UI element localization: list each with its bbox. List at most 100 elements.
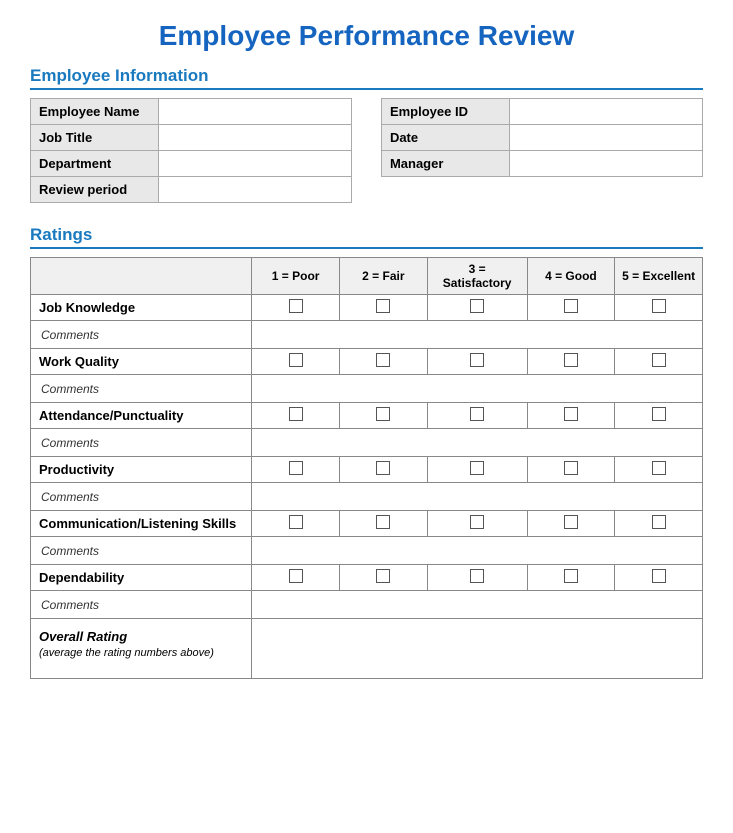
checkbox-icon[interactable] [376, 353, 390, 367]
dependability-2[interactable] [340, 565, 428, 591]
employee-info-section: Employee Information Employee Name Emplo… [30, 66, 703, 203]
checkbox-icon[interactable] [564, 515, 578, 529]
checkbox-icon[interactable] [289, 461, 303, 475]
checkbox-icon[interactable] [289, 407, 303, 421]
dependability-label: Dependability [31, 565, 252, 591]
productivity-3[interactable] [427, 457, 527, 483]
communication-2[interactable] [340, 511, 428, 537]
job-title-value[interactable] [159, 125, 352, 151]
checkbox-icon[interactable] [289, 299, 303, 313]
productivity-1[interactable] [252, 457, 340, 483]
ratings-header-row: 1 = Poor 2 = Fair 3 =Satisfactory 4 = Go… [31, 258, 703, 295]
checkbox-icon[interactable] [376, 407, 390, 421]
checkbox-icon[interactable] [470, 407, 484, 421]
checkbox-icon[interactable] [289, 353, 303, 367]
attendance-label: Attendance/Punctuality [31, 403, 252, 429]
checkbox-icon[interactable] [376, 515, 390, 529]
row-attendance-comments: Comments [31, 429, 703, 457]
checkbox-icon[interactable] [376, 461, 390, 475]
review-period-value[interactable] [159, 177, 352, 203]
dependability-3[interactable] [427, 565, 527, 591]
info-row-3: Department Manager [31, 151, 703, 177]
checkbox-icon[interactable] [652, 569, 666, 583]
employee-name-value[interactable] [159, 99, 352, 125]
job-knowledge-label: Job Knowledge [31, 295, 252, 321]
job-knowledge-1[interactable] [252, 295, 340, 321]
dependability-comments-value[interactable] [252, 591, 703, 619]
job-knowledge-comments-value[interactable] [252, 321, 703, 349]
job-knowledge-5[interactable] [615, 295, 703, 321]
checkbox-icon[interactable] [470, 299, 484, 313]
checkbox-icon[interactable] [652, 461, 666, 475]
work-quality-comments-value[interactable] [252, 375, 703, 403]
job-title-label: Job Title [31, 125, 159, 151]
attendance-2[interactable] [340, 403, 428, 429]
page-title: Employee Performance Review [30, 20, 703, 52]
productivity-5[interactable] [615, 457, 703, 483]
checkbox-icon[interactable] [289, 569, 303, 583]
review-period-label: Review period [31, 177, 159, 203]
overall-rating-label: Overall Rating (average the rating numbe… [31, 619, 252, 679]
work-quality-1[interactable] [252, 349, 340, 375]
dependability-comments-label: Comments [31, 591, 252, 619]
communication-1[interactable] [252, 511, 340, 537]
manager-value[interactable] [509, 151, 702, 177]
work-quality-2[interactable] [340, 349, 428, 375]
employee-info-table: Employee Name Employee ID Job Title Date… [30, 98, 703, 203]
row-job-knowledge: Job Knowledge [31, 295, 703, 321]
employee-id-label: Employee ID [381, 99, 509, 125]
date-value[interactable] [509, 125, 702, 151]
job-knowledge-3[interactable] [427, 295, 527, 321]
work-quality-4[interactable] [527, 349, 615, 375]
productivity-4[interactable] [527, 457, 615, 483]
productivity-label: Productivity [31, 457, 252, 483]
checkbox-icon[interactable] [289, 515, 303, 529]
checkbox-icon[interactable] [652, 299, 666, 313]
ratings-table: 1 = Poor 2 = Fair 3 =Satisfactory 4 = Go… [30, 257, 703, 679]
checkbox-icon[interactable] [564, 353, 578, 367]
productivity-2[interactable] [340, 457, 428, 483]
overall-rating-value[interactable] [252, 619, 703, 679]
checkbox-icon[interactable] [652, 515, 666, 529]
job-knowledge-4[interactable] [527, 295, 615, 321]
row-dependability-comments: Comments [31, 591, 703, 619]
checkbox-icon[interactable] [470, 569, 484, 583]
employee-info-title: Employee Information [30, 66, 703, 90]
header-col-3: 3 =Satisfactory [427, 258, 527, 295]
communication-3[interactable] [427, 511, 527, 537]
checkbox-icon[interactable] [470, 353, 484, 367]
checkbox-icon[interactable] [376, 299, 390, 313]
checkbox-icon[interactable] [564, 407, 578, 421]
attendance-5[interactable] [615, 403, 703, 429]
dependability-5[interactable] [615, 565, 703, 591]
attendance-4[interactable] [527, 403, 615, 429]
job-knowledge-2[interactable] [340, 295, 428, 321]
communication-5[interactable] [615, 511, 703, 537]
employee-id-value[interactable] [509, 99, 702, 125]
communication-4[interactable] [527, 511, 615, 537]
checkbox-icon[interactable] [470, 461, 484, 475]
job-knowledge-comments-label: Comments [31, 321, 252, 349]
info-row-1: Employee Name Employee ID [31, 99, 703, 125]
work-quality-3[interactable] [427, 349, 527, 375]
attendance-1[interactable] [252, 403, 340, 429]
checkbox-icon[interactable] [470, 515, 484, 529]
manager-label: Manager [381, 151, 509, 177]
attendance-3[interactable] [427, 403, 527, 429]
overall-rating-sub-label: (average the rating numbers above) [39, 647, 214, 659]
checkbox-icon[interactable] [652, 407, 666, 421]
productivity-comments-value[interactable] [252, 483, 703, 511]
checkbox-icon[interactable] [564, 299, 578, 313]
checkbox-icon[interactable] [564, 569, 578, 583]
checkbox-icon[interactable] [564, 461, 578, 475]
checkbox-icon[interactable] [376, 569, 390, 583]
dependability-1[interactable] [252, 565, 340, 591]
attendance-comments-value[interactable] [252, 429, 703, 457]
checkbox-icon[interactable] [652, 353, 666, 367]
department-value[interactable] [159, 151, 352, 177]
employee-name-label: Employee Name [31, 99, 159, 125]
dependability-4[interactable] [527, 565, 615, 591]
communication-comments-value[interactable] [252, 537, 703, 565]
work-quality-5[interactable] [615, 349, 703, 375]
header-col-4: 4 = Good [527, 258, 615, 295]
